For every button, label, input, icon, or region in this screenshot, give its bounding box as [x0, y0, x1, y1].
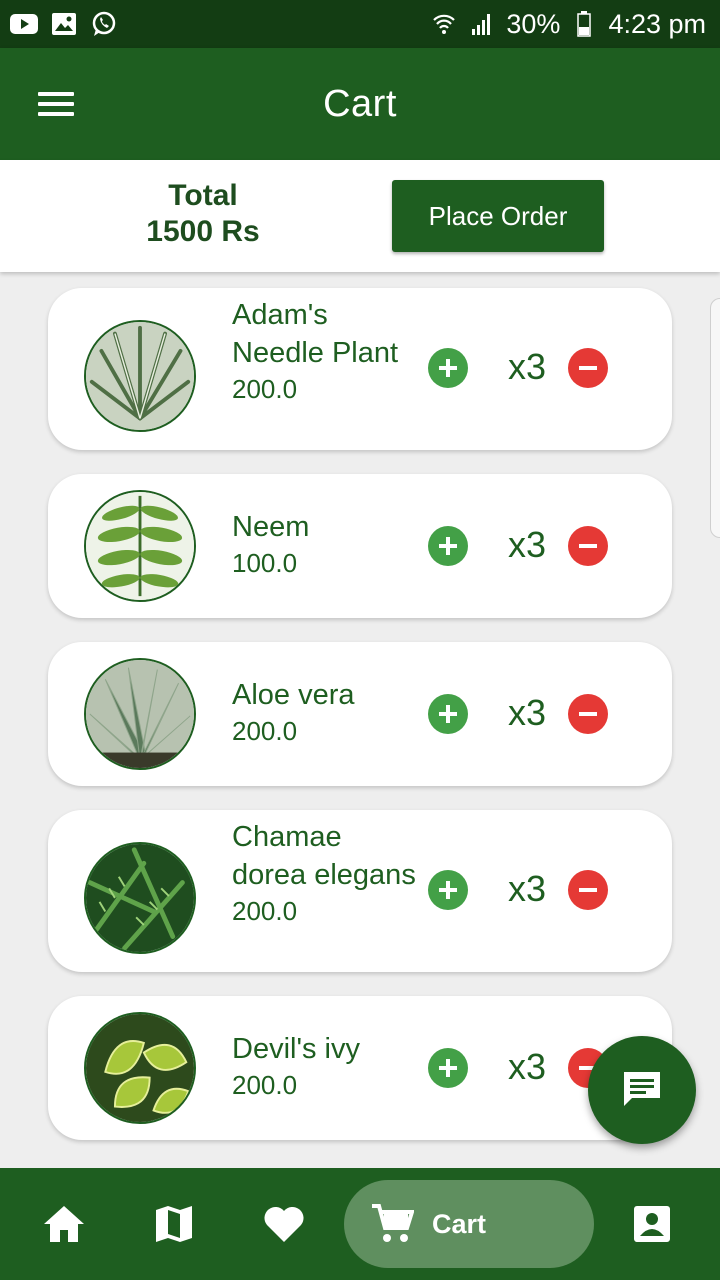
status-bar: 30% 4:23 pm	[0, 0, 720, 48]
nav-profile[interactable]	[628, 1200, 676, 1248]
plant-thumbnail	[84, 320, 196, 432]
clock: 4:23 pm	[608, 8, 706, 39]
battery-icon	[570, 11, 598, 37]
item-info: Adam's Needle Plant 200.0	[232, 296, 422, 406]
nav-cart[interactable]: Cart	[344, 1180, 594, 1268]
minus-icon	[579, 888, 597, 892]
increase-quantity-button[interactable]	[428, 526, 468, 566]
bottom-navigation: Cart	[0, 1168, 720, 1280]
cart-icon	[372, 1204, 414, 1242]
page-title: Cart	[323, 82, 397, 125]
cart-item-card: Aloe vera 200.0 x3	[48, 642, 672, 786]
whatsapp-icon	[90, 11, 118, 36]
item-name: Chamae dorea elegans	[232, 821, 416, 891]
item-info: Aloe vera 200.0	[232, 676, 422, 748]
increase-quantity-button[interactable]	[428, 870, 468, 910]
plus-icon	[439, 1059, 457, 1077]
chat-button[interactable]	[588, 1036, 696, 1144]
minus-icon	[579, 712, 597, 716]
decrease-quantity-button[interactable]	[568, 348, 608, 388]
total-amount: 1500 Rs	[146, 215, 260, 248]
app-bar: Cart	[0, 48, 720, 160]
nav-cart-label: Cart	[432, 1208, 487, 1239]
decrease-quantity-button[interactable]	[568, 694, 608, 734]
gallery-icon	[50, 12, 78, 36]
plus-icon	[439, 537, 457, 555]
cart-item-card: Devil's ivy 200.0 x3	[48, 996, 672, 1140]
scrollbar[interactable]	[710, 298, 720, 538]
wifi-icon	[430, 12, 458, 36]
menu-icon[interactable]	[36, 88, 76, 120]
plant-thumbnail	[84, 490, 196, 602]
heart-icon	[264, 1206, 304, 1242]
plant-thumbnail	[84, 842, 196, 954]
item-quantity: x3	[507, 524, 547, 565]
item-name: Devil's ivy	[232, 1033, 360, 1065]
item-name: Adam's Needle Plant	[232, 299, 399, 369]
item-quantity: x3	[507, 1046, 547, 1087]
minus-icon	[579, 366, 597, 370]
total-label: Total	[168, 179, 238, 212]
cart-item-card: Adam's Needle Plant 200.0 x3	[48, 288, 672, 450]
plant-thumbnail	[84, 1012, 196, 1124]
decrease-quantity-button[interactable]	[568, 870, 608, 910]
nav-favorites[interactable]	[260, 1200, 308, 1248]
item-quantity: x3	[507, 868, 547, 909]
item-name: Aloe vera	[232, 679, 355, 711]
profile-icon	[634, 1206, 670, 1242]
youtube-icon	[10, 12, 38, 36]
cart-item-card: Chamae dorea elegans 200.0 x3	[48, 810, 672, 972]
item-name: Neem	[232, 511, 310, 543]
item-price: 100.0	[232, 548, 298, 578]
minus-icon	[579, 544, 597, 548]
nav-map[interactable]	[150, 1200, 198, 1248]
decrease-quantity-button[interactable]	[568, 526, 608, 566]
item-quantity: x3	[507, 346, 547, 387]
place-order-button[interactable]: Place Order	[392, 180, 604, 252]
increase-quantity-button[interactable]	[428, 348, 468, 388]
order-total: Total 1500 Rs	[120, 178, 286, 250]
item-info: Neem 100.0	[232, 508, 422, 580]
battery-percent: 30%	[506, 8, 561, 39]
item-price: 200.0	[232, 896, 298, 926]
increase-quantity-button[interactable]	[428, 1048, 468, 1088]
item-quantity: x3	[507, 692, 547, 733]
plus-icon	[439, 881, 457, 899]
item-info: Chamae dorea elegans 200.0	[232, 818, 422, 928]
item-price: 200.0	[232, 716, 298, 746]
map-icon	[156, 1206, 192, 1242]
signal-icon	[468, 12, 496, 36]
plus-icon	[439, 359, 457, 377]
item-info: Devil's ivy 200.0	[232, 1030, 422, 1102]
plant-thumbnail	[84, 658, 196, 770]
cart-item-card: Neem 100.0 x3	[48, 474, 672, 618]
nav-home[interactable]	[40, 1200, 88, 1248]
plus-icon	[439, 705, 457, 723]
chat-icon	[624, 1072, 660, 1106]
total-bar: Total 1500 Rs Place Order	[0, 160, 720, 272]
item-price: 200.0	[232, 374, 298, 404]
increase-quantity-button[interactable]	[428, 694, 468, 734]
item-price: 200.0	[232, 1070, 298, 1100]
home-icon	[44, 1206, 84, 1242]
